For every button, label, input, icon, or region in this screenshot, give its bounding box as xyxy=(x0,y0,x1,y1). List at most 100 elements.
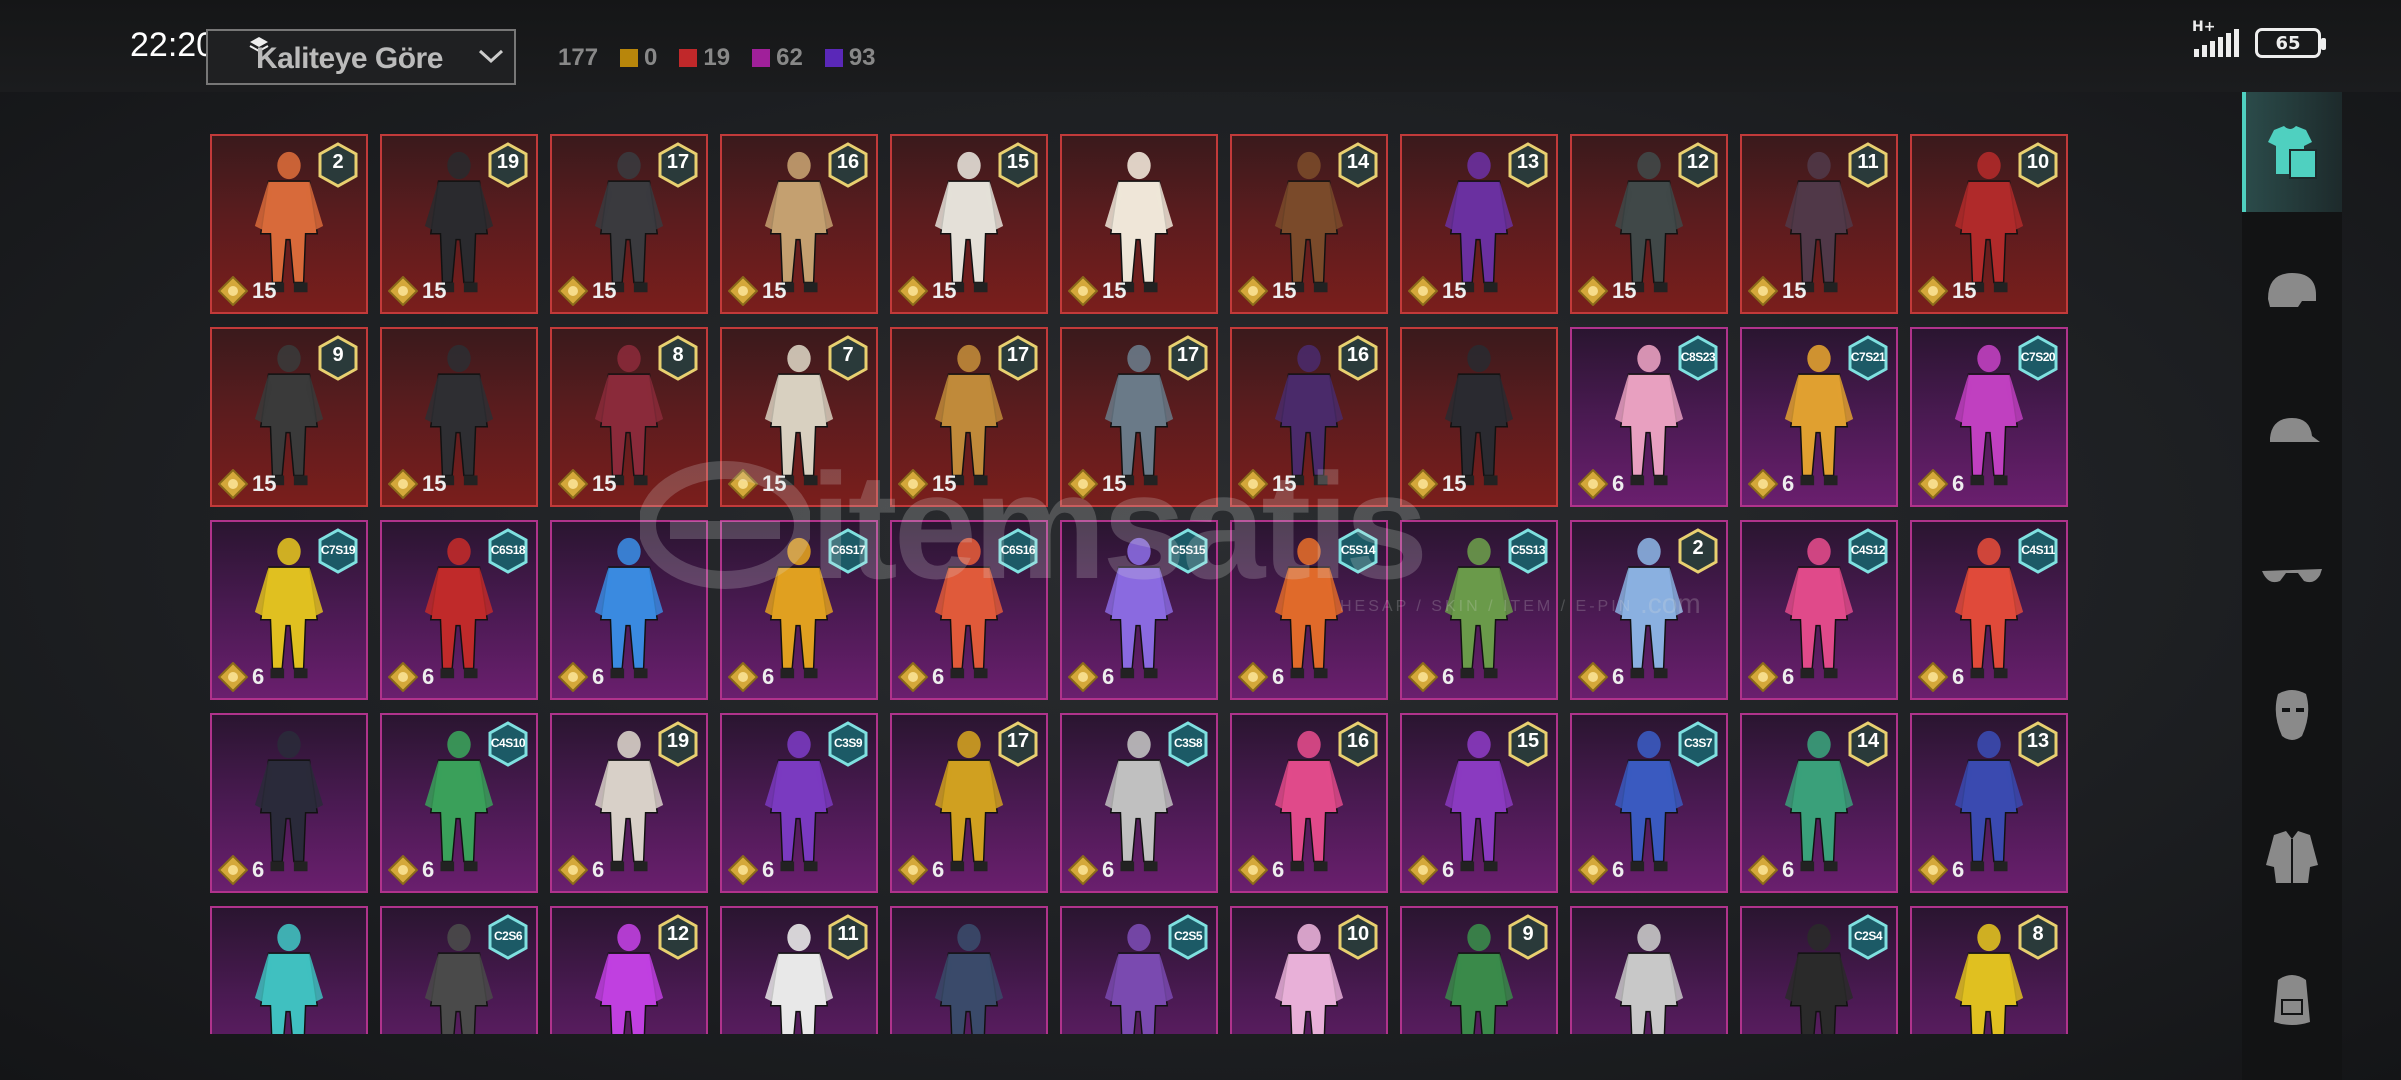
outfit-item[interactable]: 6 xyxy=(550,520,708,700)
badge-label: C2S4 xyxy=(1853,929,1883,943)
outfit-item[interactable]: C7S19 6 xyxy=(210,520,368,700)
category-cap[interactable] xyxy=(2242,374,2342,494)
price-value: 6 xyxy=(1102,857,1115,882)
outfit-item[interactable] xyxy=(1570,906,1728,1034)
outfit-item[interactable]: 6 xyxy=(210,713,368,893)
outfit-item[interactable]: C7S20 6 xyxy=(1910,327,2068,507)
outfit-item[interactable]: C6S16 6 xyxy=(890,520,1048,700)
outfit-image xyxy=(1614,923,1684,1034)
price-value: 6 xyxy=(422,664,435,689)
outfit-item[interactable]: 17 15 xyxy=(1060,327,1218,507)
outfit-item[interactable] xyxy=(210,906,368,1034)
outfit-item[interactable]: 7 15 xyxy=(720,327,878,507)
outfit-item[interactable]: 10 xyxy=(1230,906,1388,1034)
outfit-item[interactable]: C4S12 6 xyxy=(1740,520,1898,700)
outfit-item[interactable]: C4S11 6 xyxy=(1910,520,2068,700)
category-backpack[interactable] xyxy=(2242,938,2342,1058)
outfit-item[interactable]: 13 6 xyxy=(1910,713,2068,893)
category-helmet[interactable] xyxy=(2242,233,2342,353)
badge-label: C2S6 xyxy=(493,929,523,943)
outfit-item[interactable]: C3S7 6 xyxy=(1570,713,1728,893)
outfit-item[interactable] xyxy=(890,906,1048,1034)
outfit-item[interactable]: 2 15 xyxy=(210,134,368,314)
outfit-item[interactable]: 11 xyxy=(720,906,878,1034)
price-value: 6 xyxy=(592,664,605,689)
outfit-item[interactable]: C5S14 6 xyxy=(1230,520,1388,700)
outfit-item[interactable]: 15 xyxy=(380,327,538,507)
item-price: 6 xyxy=(558,662,604,692)
mask-icon xyxy=(2275,690,2309,740)
category-outfit[interactable] xyxy=(2242,92,2342,212)
outfit-item[interactable]: C5S13 6 xyxy=(1400,520,1558,700)
level-badge: 17 xyxy=(998,335,1038,381)
outfit-item[interactable]: 8 15 xyxy=(550,327,708,507)
outfit-item[interactable]: 17 15 xyxy=(890,327,1048,507)
category-glasses[interactable] xyxy=(2242,515,2342,635)
price-value: 6 xyxy=(252,857,265,882)
outfit-item[interactable]: C4S10 6 xyxy=(380,713,538,893)
level-badge: C7S20 xyxy=(2018,335,2058,381)
outfit-item[interactable]: 11 15 xyxy=(1740,134,1898,314)
outfit-item[interactable]: 15 xyxy=(1060,134,1218,314)
outfit-item[interactable]: 14 6 xyxy=(1740,713,1898,893)
outfit-item[interactable]: 19 15 xyxy=(380,134,538,314)
tier-count-value: 19 xyxy=(703,44,731,71)
outfit-item[interactable]: 17 6 xyxy=(890,713,1048,893)
outfit-item[interactable]: 19 6 xyxy=(550,713,708,893)
badge-label: 2 xyxy=(332,151,344,173)
outfit-item[interactable]: 10 15 xyxy=(1910,134,2068,314)
outfit-item[interactable]: 8 xyxy=(1910,906,2068,1034)
badge-label: 2 xyxy=(1692,537,1704,559)
badge-label: 11 xyxy=(837,923,859,945)
tier-count-red: 19 xyxy=(679,44,730,72)
outfit-item[interactable]: C2S5 xyxy=(1060,906,1218,1034)
outfit-item[interactable]: 13 15 xyxy=(1400,134,1558,314)
badge-label: 15 xyxy=(1006,151,1030,173)
badge-label: 10 xyxy=(2026,151,2050,173)
outfit-item[interactable]: C6S18 6 xyxy=(380,520,538,700)
tier-count-value: 62 xyxy=(776,44,803,71)
outfit-item[interactable]: 17 15 xyxy=(550,134,708,314)
outfit-item[interactable]: C2S6 xyxy=(380,906,538,1034)
outfit-item[interactable]: 12 xyxy=(550,906,708,1034)
outfit-item[interactable]: 12 15 xyxy=(1570,134,1728,314)
outfit-item[interactable]: C2S4 xyxy=(1740,906,1898,1034)
item-price: 6 xyxy=(388,662,434,692)
outfit-item[interactable]: 16 6 xyxy=(1230,713,1388,893)
outfit-item[interactable]: 26 xyxy=(1570,520,1728,700)
sort-dropdown[interactable]: Kaliteye Göre xyxy=(206,29,516,85)
level-badge: 13 xyxy=(1508,142,1548,188)
outfit-item[interactable]: 15 6 xyxy=(1400,713,1558,893)
currency-icon xyxy=(1748,662,1778,692)
price-value: 15 xyxy=(1272,278,1297,303)
outfit-item[interactable]: C5S15 6 xyxy=(1060,520,1218,700)
battery-level: 65 xyxy=(2275,32,2301,54)
level-badge: C6S17 xyxy=(828,528,868,574)
level-badge: 19 xyxy=(488,142,528,188)
outfit-item[interactable]: 15 15 xyxy=(890,134,1048,314)
outfit-item[interactable]: C3S9 6 xyxy=(720,713,878,893)
currency-icon xyxy=(898,469,928,499)
outfit-item[interactable]: C6S17 6 xyxy=(720,520,878,700)
badge-label: 10 xyxy=(1346,923,1370,945)
cap-icon xyxy=(2270,418,2320,442)
outfit-item[interactable]: C7S21 6 xyxy=(1740,327,1898,507)
backpack-icon xyxy=(2274,975,2310,1025)
outfit-item[interactable]: C3S8 6 xyxy=(1060,713,1218,893)
outfit-item[interactable]: 14 15 xyxy=(1230,134,1388,314)
item-price: 15 xyxy=(898,469,956,499)
category-jacket[interactable] xyxy=(2242,797,2342,917)
outfit-item[interactable]: C8S23 6 xyxy=(1570,327,1728,507)
outfit-item[interactable]: 16 15 xyxy=(1230,327,1388,507)
badge-label: C5S13 xyxy=(1510,543,1546,557)
currency-icon xyxy=(898,662,928,692)
outfit-item[interactable]: 9 15 xyxy=(210,327,368,507)
item-price: 15 xyxy=(1748,276,1806,306)
currency-icon xyxy=(1238,276,1268,306)
category-mask[interactable] xyxy=(2242,656,2342,776)
outfit-item[interactable]: 16 15 xyxy=(720,134,878,314)
badge-label: C6S16 xyxy=(1000,543,1036,557)
outfit-item[interactable]: 15 xyxy=(1400,327,1558,507)
outfit-item[interactable]: 9 xyxy=(1400,906,1558,1034)
currency-icon xyxy=(728,855,758,885)
